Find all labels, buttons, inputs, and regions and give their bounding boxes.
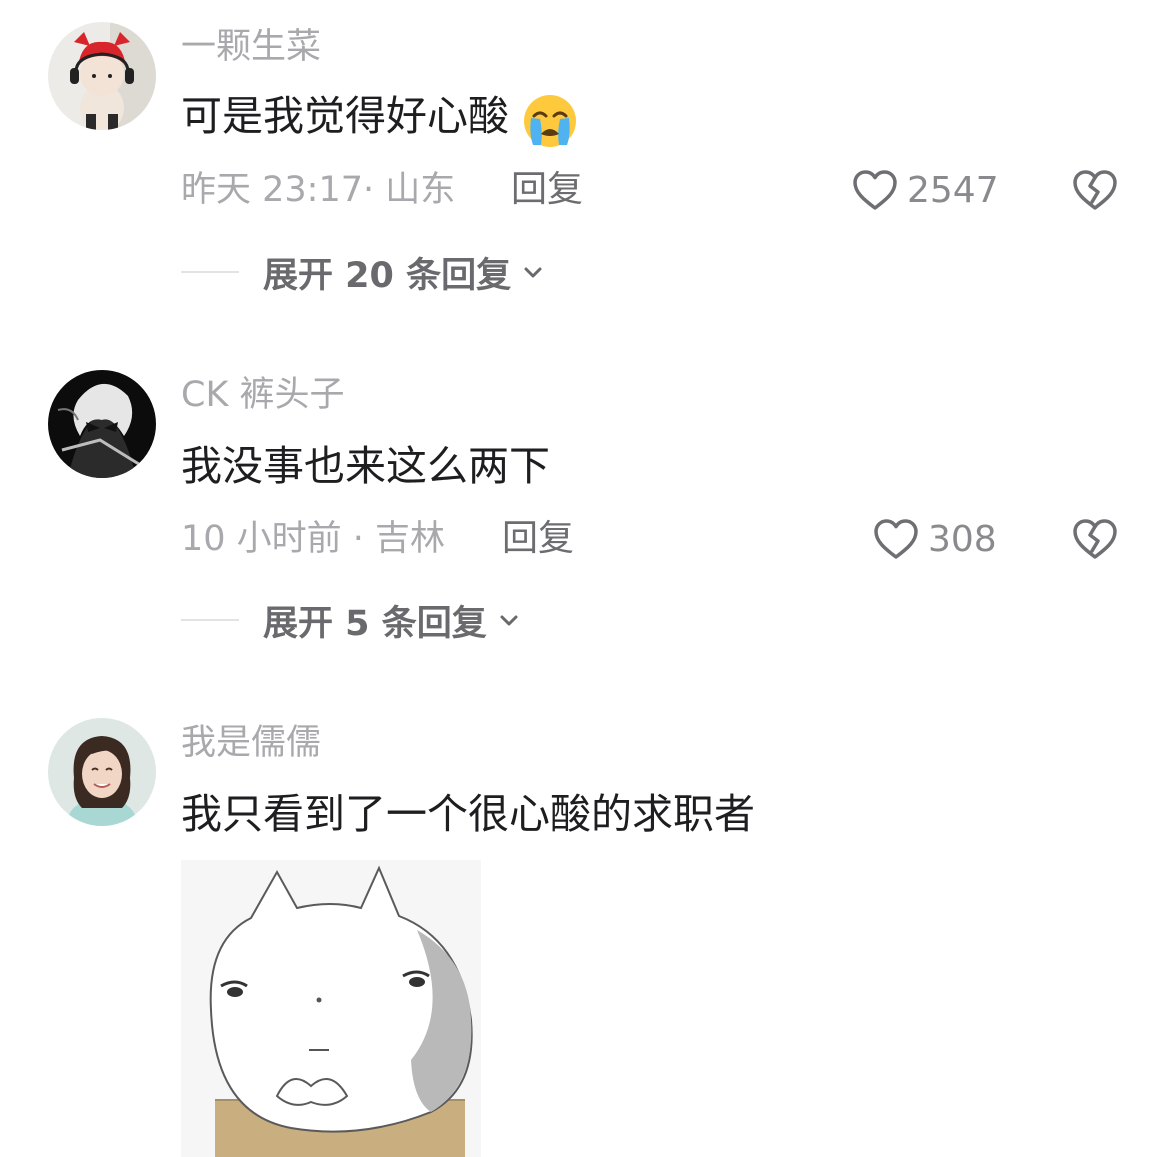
cat-meme-sticker[interactable] xyxy=(181,860,481,1157)
avatar-image xyxy=(48,718,156,826)
comment-item: 我是儒儒 我只看到了一个很心酸的求职者 xyxy=(0,0,1169,1157)
username[interactable]: 我是儒儒 xyxy=(181,721,321,765)
sticker-image xyxy=(181,860,481,1157)
avatar[interactable] xyxy=(48,718,156,826)
comment-text: 我只看到了一个很心酸的求职者 xyxy=(181,790,755,838)
